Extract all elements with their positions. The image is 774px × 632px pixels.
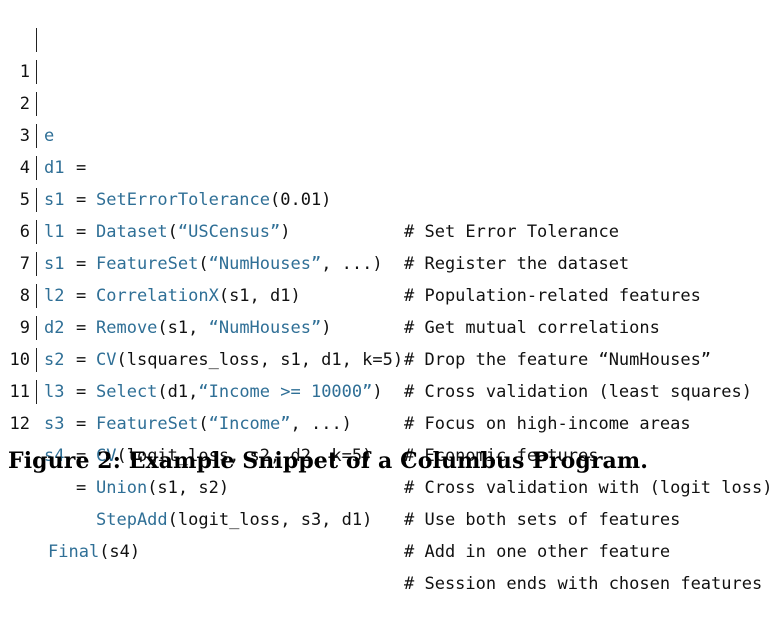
expression: Final(s4) [48, 542, 141, 562]
line-separator [36, 220, 37, 244]
code-comment: # Add in one other feature [404, 542, 671, 562]
line-separator [36, 188, 37, 212]
code-listing: 1 e = SetErrorTolerance(0.01) # Set Erro… [0, 24, 774, 594]
code-line: 8 s2 = FeatureSet(“Income”, ...) # Econo… [0, 248, 774, 466]
expression: FeatureSet(“Income”, ...) [96, 414, 352, 434]
line-separator [36, 380, 37, 404]
code-line: 1 e = SetErrorTolerance(0.01) # Set Erro… [0, 24, 774, 242]
line-separator [36, 316, 37, 340]
expression: StepAdd(logit_loss, s3, d1) [96, 510, 373, 530]
line-number: 12 [9, 414, 30, 434]
line-separator [36, 92, 37, 116]
code-line: 3 s1 = FeatureSet(“NumHouses”, ...) # Po… [0, 88, 774, 306]
code-line: 11 s4 = StepAdd(logit_loss, s3, d1) # Ad… [0, 344, 774, 562]
line-separator [36, 156, 37, 180]
figure-caption: Figure 2: Example Snippet of a Columbus … [8, 448, 649, 474]
code-line: 6 l2 = CV(lsquares_loss, s1, d1, k=5) # … [0, 184, 774, 402]
code-line: 5 s1 = Remove(s1, “NumHouses”) # Drop th… [0, 152, 774, 370]
code-comment: # Use both sets of features [404, 510, 681, 530]
line-separator [36, 348, 37, 372]
code-line: 9 l3 = CV(logit_loss, s2, d2, k=5) # Cro… [0, 280, 774, 498]
line-separator [36, 60, 37, 84]
code-comment: # Session ends with chosen features [404, 574, 763, 594]
code-line: 2 d1 = Dataset(“USCensus”) # Register th… [0, 56, 774, 274]
code-line: 10 s3 = Union(s1, s2) # Use both sets of… [0, 312, 774, 530]
line-separator [36, 252, 37, 276]
line-separator [36, 28, 37, 52]
figure: 1 e = SetErrorTolerance(0.01) # Set Erro… [0, 0, 774, 594]
code-comment: # Focus on high-income areas [404, 414, 691, 434]
line-separator [36, 124, 37, 148]
code-line: 7 d2 = Select(d1,“Income >= 10000”) # Fo… [0, 216, 774, 434]
code-line: 12 Final(s4) # Session ends with chosen … [0, 376, 774, 594]
line-separator [36, 284, 37, 308]
code-line: 4 l1 = CorrelationX(s1, d1) # Get mutual… [0, 120, 774, 338]
